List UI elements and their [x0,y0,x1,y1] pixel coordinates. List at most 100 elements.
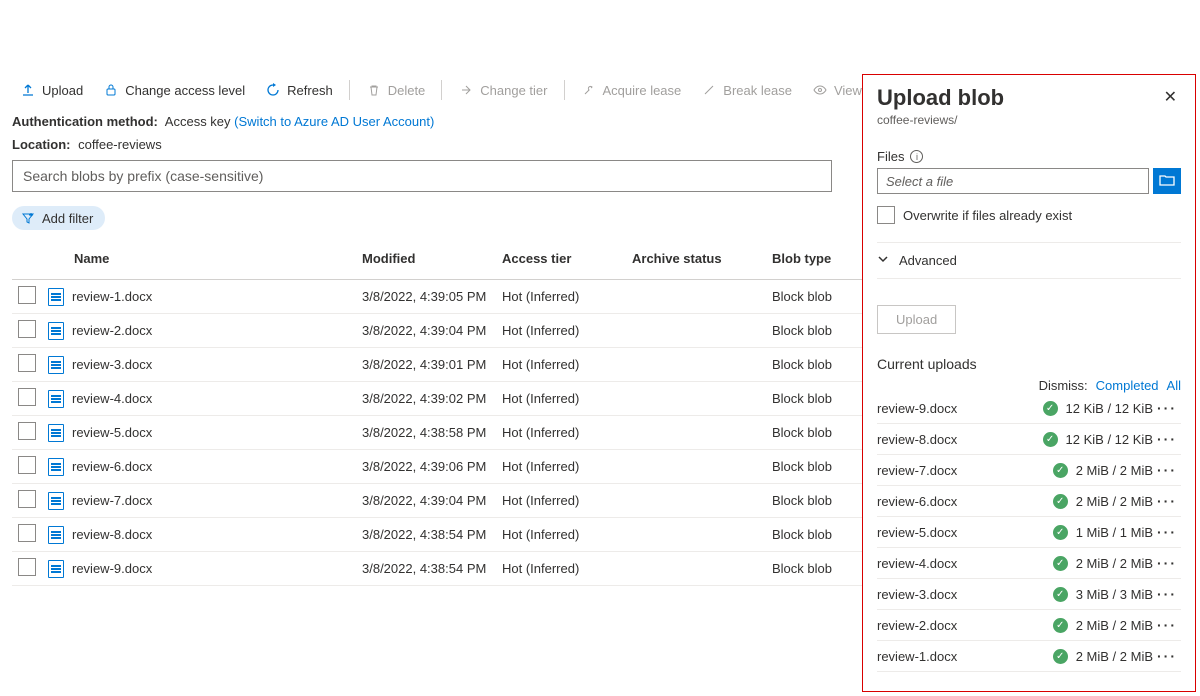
upload-file-name: review-9.docx [877,401,1043,416]
upload-file-name: review-6.docx [877,494,1053,509]
advanced-toggle[interactable]: Advanced [877,242,1181,279]
add-filter-button[interactable]: Add filter [12,206,105,230]
upload-row: review-3.docx ✓ 3 MiB / 3 MiB ··· [877,579,1181,610]
folder-icon [1159,173,1175,190]
access-tier-value: Hot (Inferred) [502,323,632,338]
more-options-button[interactable]: ··· [1153,617,1181,633]
overwrite-checkbox[interactable] [877,206,895,224]
eye-icon [812,82,828,98]
acquire-lease-label: Acquire lease [603,83,682,98]
upload-progress: 1 MiB / 1 MiB [1076,525,1153,540]
lock-icon [103,82,119,98]
upload-progress: 2 MiB / 2 MiB [1076,494,1153,509]
access-tier-value: Hot (Inferred) [502,425,632,440]
divider [349,80,350,100]
acquire-lease-button[interactable]: Acquire lease [573,78,690,102]
upload-submit-button[interactable]: Upload [877,305,956,334]
upload-file-name: review-2.docx [877,618,1053,633]
blob-type-value: Block blob [772,561,872,576]
access-tier-value: Hot (Inferred) [502,527,632,542]
change-access-level-button[interactable]: Change access level [95,78,253,102]
modified-value: 3/8/2022, 4:38:58 PM [362,425,502,440]
upload-file-name: review-1.docx [877,649,1053,664]
row-checkbox[interactable] [18,286,36,304]
modified-value: 3/8/2022, 4:39:05 PM [362,289,502,304]
file-select-input[interactable]: Select a file [877,168,1149,194]
modified-value: 3/8/2022, 4:39:04 PM [362,323,502,338]
blob-type-value: Block blob [772,323,872,338]
more-options-button[interactable]: ··· [1153,524,1181,540]
upload-row: review-5.docx ✓ 1 MiB / 1 MiB ··· [877,517,1181,548]
success-icon: ✓ [1053,556,1068,571]
row-checkbox[interactable] [18,320,36,338]
search-input[interactable] [12,160,832,192]
upload-file-name: review-8.docx [877,432,1043,447]
upload-blob-panel: Upload blob coffee-reviews/ ✕ Files i Se… [862,74,1196,692]
upload-progress: 2 MiB / 2 MiB [1076,618,1153,633]
modified-value: 3/8/2022, 4:38:54 PM [362,561,502,576]
upload-file-name: review-4.docx [877,556,1053,571]
col-archive-status[interactable]: Archive status [632,251,772,266]
document-icon [48,560,64,578]
more-options-button[interactable]: ··· [1153,586,1181,602]
more-options-button[interactable]: ··· [1153,400,1181,416]
upload-btn-label: Upload [896,312,937,327]
row-checkbox[interactable] [18,490,36,508]
row-checkbox[interactable] [18,456,36,474]
success-icon: ✓ [1043,432,1058,447]
switch-auth-link[interactable]: (Switch to Azure AD User Account) [234,114,434,129]
blob-name: review-3.docx [72,357,152,372]
add-filter-label: Add filter [42,211,93,226]
dismiss-completed-link[interactable]: Completed [1096,378,1159,393]
upload-row: review-1.docx ✓ 2 MiB / 2 MiB ··· [877,641,1181,672]
blob-name: review-1.docx [72,289,152,304]
delete-button[interactable]: Delete [358,78,434,102]
dismiss-all-link[interactable]: All [1167,378,1181,393]
current-uploads-heading: Current uploads [877,356,1181,372]
break-lease-label: Break lease [723,83,792,98]
advanced-label: Advanced [899,253,957,268]
success-icon: ✓ [1053,587,1068,602]
more-options-button[interactable]: ··· [1153,462,1181,478]
close-panel-button[interactable]: ✕ [1160,85,1181,109]
modified-value: 3/8/2022, 4:38:54 PM [362,527,502,542]
refresh-button[interactable]: Refresh [257,78,341,102]
more-options-button[interactable]: ··· [1153,648,1181,664]
overwrite-label: Overwrite if files already exist [903,208,1072,223]
change-tier-label: Change tier [480,83,547,98]
more-options-button[interactable]: ··· [1153,555,1181,571]
row-checkbox[interactable] [18,422,36,440]
success-icon: ✓ [1053,494,1068,509]
blob-name: review-9.docx [72,561,152,576]
dismiss-label: Dismiss: [1039,378,1088,393]
col-access-tier[interactable]: Access tier [502,251,632,266]
more-options-button[interactable]: ··· [1153,431,1181,447]
refresh-label: Refresh [287,83,333,98]
col-blob-type[interactable]: Blob type [772,251,872,266]
row-checkbox[interactable] [18,388,36,406]
change-tier-button[interactable]: Change tier [450,78,555,102]
info-icon[interactable]: i [910,150,923,163]
access-tier-value: Hot (Inferred) [502,561,632,576]
upload-progress: 2 MiB / 2 MiB [1076,463,1153,478]
more-options-button[interactable]: ··· [1153,493,1181,509]
upload-button[interactable]: Upload [12,78,91,102]
upload-file-name: review-3.docx [877,587,1053,602]
lease-icon [581,82,597,98]
upload-label: Upload [42,83,83,98]
upload-icon [20,82,36,98]
location-value: coffee-reviews [78,137,162,152]
row-checkbox[interactable] [18,558,36,576]
col-name[interactable]: Name [42,251,362,266]
col-modified[interactable]: Modified [362,251,502,266]
row-checkbox[interactable] [18,524,36,542]
upload-file-name: review-7.docx [877,463,1053,478]
upload-row: review-7.docx ✓ 2 MiB / 2 MiB ··· [877,455,1181,486]
divider [564,80,565,100]
break-lease-button[interactable]: Break lease [693,78,800,102]
browse-button[interactable] [1153,168,1181,194]
document-icon [48,322,64,340]
refresh-icon [265,82,281,98]
row-checkbox[interactable] [18,354,36,372]
delete-label: Delete [388,83,426,98]
